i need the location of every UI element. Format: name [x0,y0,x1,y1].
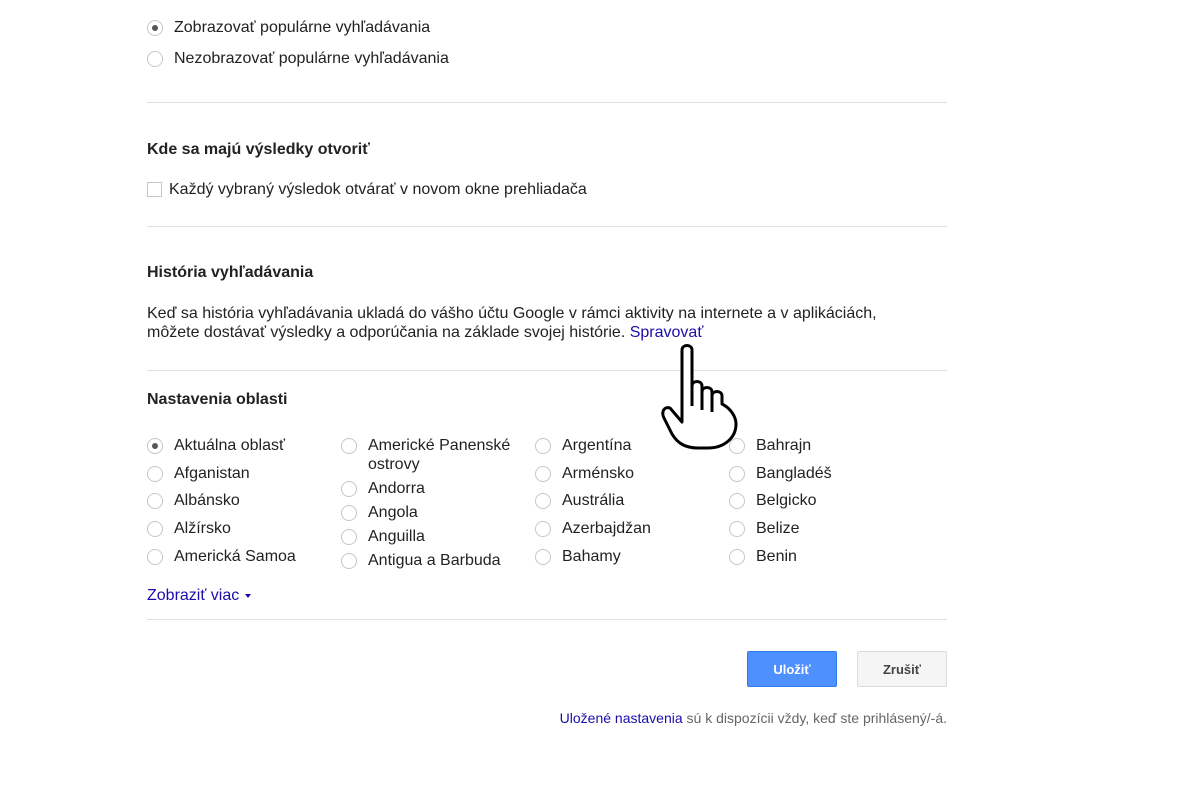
caret-down-icon [245,594,252,598]
radio-label: Zobrazovať populárne vyhľadávania [174,19,431,36]
region-option[interactable]: Azerbajdžan [535,519,727,538]
region-option[interactable]: Afganistan [147,464,339,483]
region-label: Belgicko [756,492,817,509]
radio-button[interactable] [535,466,551,482]
region-option[interactable]: Austrália [535,491,727,510]
radio-button[interactable] [341,438,357,454]
section-divider [147,102,947,103]
radio-hide-popular-searches[interactable]: Nezobrazovať populárne vyhľadávania [147,49,449,68]
radio-button[interactable] [147,466,163,482]
region-option[interactable]: Americké Panenské ostrovy [341,436,533,474]
radio-button[interactable] [147,438,163,454]
region-label: Andorra [368,480,425,497]
region-option[interactable]: Belgicko [729,491,921,510]
section-divider [147,370,947,371]
region-label: Aktuálna oblasť [174,437,285,454]
region-label: Benin [756,548,797,565]
region-option[interactable]: Andorra [341,479,533,498]
region-option[interactable]: Benin [729,547,921,566]
region-label: Arménsko [562,465,635,482]
section-divider [147,619,947,620]
region-label: Albánsko [174,492,240,509]
cancel-button[interactable]: Zrušiť [857,651,947,687]
radio-button[interactable] [729,521,745,537]
radio-button[interactable] [729,549,745,565]
region-option[interactable]: Antigua a Barbuda [341,551,533,570]
radio-button[interactable] [535,549,551,565]
region-label: Azerbajdžan [562,520,651,537]
radio-button[interactable] [341,553,357,569]
footer-note: Uložené nastavenia sú k dispozícii vždy,… [560,710,947,726]
radio-button[interactable] [729,493,745,509]
region-label: Angola [368,504,418,521]
radio-button[interactable] [341,505,357,521]
region-option[interactable]: Belize [729,519,921,538]
region-label: Belize [756,520,800,537]
region-label: Anguilla [368,528,425,545]
radio-button[interactable] [147,549,163,565]
section-divider [147,226,947,227]
radio-button[interactable] [147,50,163,67]
region-label: Bahamy [562,548,621,565]
region-label: Afganistan [174,465,250,482]
region-label: Bangladéš [756,465,832,482]
search-history-description: Keď sa história vyhľadávania ukladá do v… [147,304,907,342]
region-option[interactable]: Angola [341,503,533,522]
region-label: Austrália [562,492,625,509]
region-option[interactable]: Americká Samoa [147,547,339,566]
show-more-link[interactable]: Zobraziť viac [147,587,252,605]
radio-button[interactable] [535,521,551,537]
region-option[interactable]: Arménsko [535,464,727,483]
radio-button[interactable] [341,481,357,497]
radio-label: Nezobrazovať populárne vyhľadávania [174,50,449,67]
region-settings-heading: Nastavenia oblasti [147,391,288,408]
footer-text: sú k dispozícii vždy, keď ste prihlásený… [682,710,947,726]
region-option[interactable]: Alžírsko [147,519,339,538]
region-option[interactable]: Bangladéš [729,464,921,483]
radio-button[interactable] [341,529,357,545]
save-button[interactable]: Uložiť [747,651,837,687]
region-label: Antigua a Barbuda [368,552,501,569]
manage-history-link[interactable]: Spravovať [630,324,704,341]
results-open-heading: Kde sa majú výsledky otvoriť [147,141,370,158]
radio-button[interactable] [535,438,551,454]
history-text-line1: Keď sa história vyhľadávania ukladá do v… [147,305,877,322]
checkbox-label: Každý vybraný výsledok otvárať v novom o… [169,181,587,198]
radio-button[interactable] [729,466,745,482]
radio-show-popular-searches[interactable]: Zobrazovať populárne vyhľadávania [147,18,430,37]
region-label: Americká Samoa [174,548,296,565]
region-option[interactable]: Bahamy [535,547,727,566]
hand-pointer-cursor-icon [661,344,738,450]
radio-button[interactable] [535,493,551,509]
open-new-window-option[interactable]: Každý vybraný výsledok otvárať v novom o… [147,180,587,199]
radio-button[interactable] [147,493,163,509]
show-more-label: Zobraziť viac [147,587,240,604]
saved-settings-link[interactable]: Uložené nastavenia [560,710,683,726]
radio-button[interactable] [147,19,163,36]
region-option[interactable]: Bahrajn [729,436,921,455]
region-option-current[interactable]: Aktuálna oblasť [147,436,339,455]
history-text-line2: môžete dostávať výsledky a odporúčania n… [147,324,626,341]
region-label: Americké Panenské ostrovy [368,437,511,473]
radio-button[interactable] [147,521,163,537]
region-label: Bahrajn [756,437,812,454]
region-label: Alžírsko [174,520,231,537]
open-new-window-checkbox[interactable] [147,182,162,197]
region-option[interactable]: Anguilla [341,527,533,546]
region-option[interactable]: Albánsko [147,491,339,510]
search-history-heading: História vyhľadávania [147,264,314,281]
